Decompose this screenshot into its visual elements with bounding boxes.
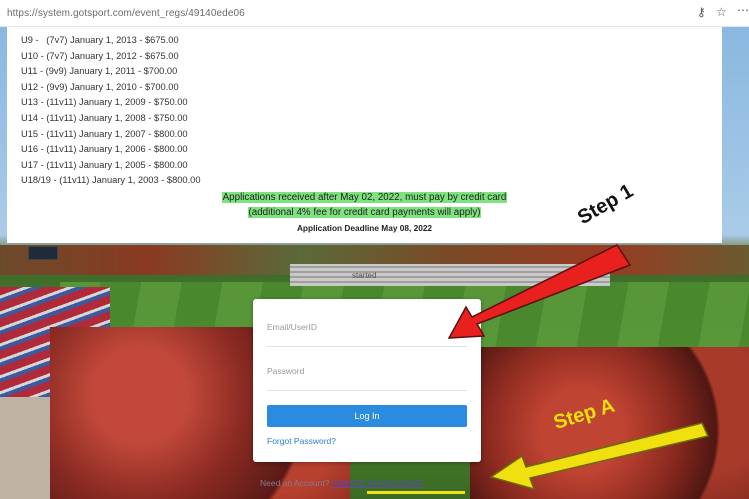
application-deadline: Application Deadline May 08, 2022: [7, 223, 722, 234]
fee-item: U15 - (11v11) January 1, 2007 - $800.00: [21, 128, 188, 139]
email-field[interactable]: [267, 307, 467, 347]
create-account-link[interactable]: CREATE AN ACCOUNT: [332, 478, 423, 488]
fee-item: U10 - (7v7) January 1, 2012 - $675.00: [21, 50, 179, 61]
fee-item: U11 - (9v9) January 1, 2011 - $700.00: [21, 66, 178, 77]
login-button[interactable]: Log In: [267, 405, 467, 427]
url-text[interactable]: https://system.gotsport.com/event_regs/4…: [7, 8, 245, 19]
credit-card-notice-line1: Applications received after May 02, 2022…: [221, 192, 508, 203]
forgot-password-link[interactable]: Forgot Password?: [267, 436, 336, 446]
fee-item: U12 - (9v9) January 1, 2010 - $700.00: [21, 81, 179, 92]
fee-item: U13 - (11v11) January 1, 2009 - $750.00: [21, 97, 188, 108]
fee-item: U14 - (11v11) January 1, 2008 - $750.00: [21, 112, 188, 123]
key-icon[interactable]: ⚷: [697, 5, 706, 19]
favorites-add-icon[interactable]: ☆: [716, 5, 727, 19]
password-input[interactable]: [267, 351, 467, 390]
deadline-text: Application Deadline May 08, 2022: [296, 223, 433, 233]
grandstand: [290, 264, 610, 286]
fee-list: U9 - (7v7) January 1, 2013 - $675.00 U10…: [21, 33, 201, 189]
credit-card-notice-line2: (additional 4% fee for credit card payme…: [247, 207, 482, 218]
red-bush-right: [470, 347, 749, 499]
need-account-text: Need an Account?: [260, 478, 330, 488]
email-input[interactable]: [267, 307, 467, 346]
more-icon[interactable]: ⋯: [737, 3, 749, 17]
create-account-row: Need an Account? CREATE AN ACCOUNT: [260, 478, 423, 488]
fee-item: U18/19 - (11v11) January 1, 2003 - $800.…: [21, 175, 201, 186]
create-account-highlight: [367, 491, 465, 494]
scoreboard: [28, 246, 58, 260]
fee-item: U16 - (11v11) January 1, 2006 - $800.00: [21, 144, 188, 155]
password-field[interactable]: [267, 351, 467, 391]
fee-item: U9 - (7v7) January 1, 2013 - $675.00: [21, 35, 179, 45]
fee-item: U17 - (11v11) January 1, 2005 - $800.00: [21, 159, 188, 170]
address-bar[interactable]: https://system.gotsport.com/event_regs/4…: [0, 0, 749, 27]
login-card: Log In Forgot Password?: [253, 299, 481, 462]
background-started-text: started: [352, 271, 377, 280]
